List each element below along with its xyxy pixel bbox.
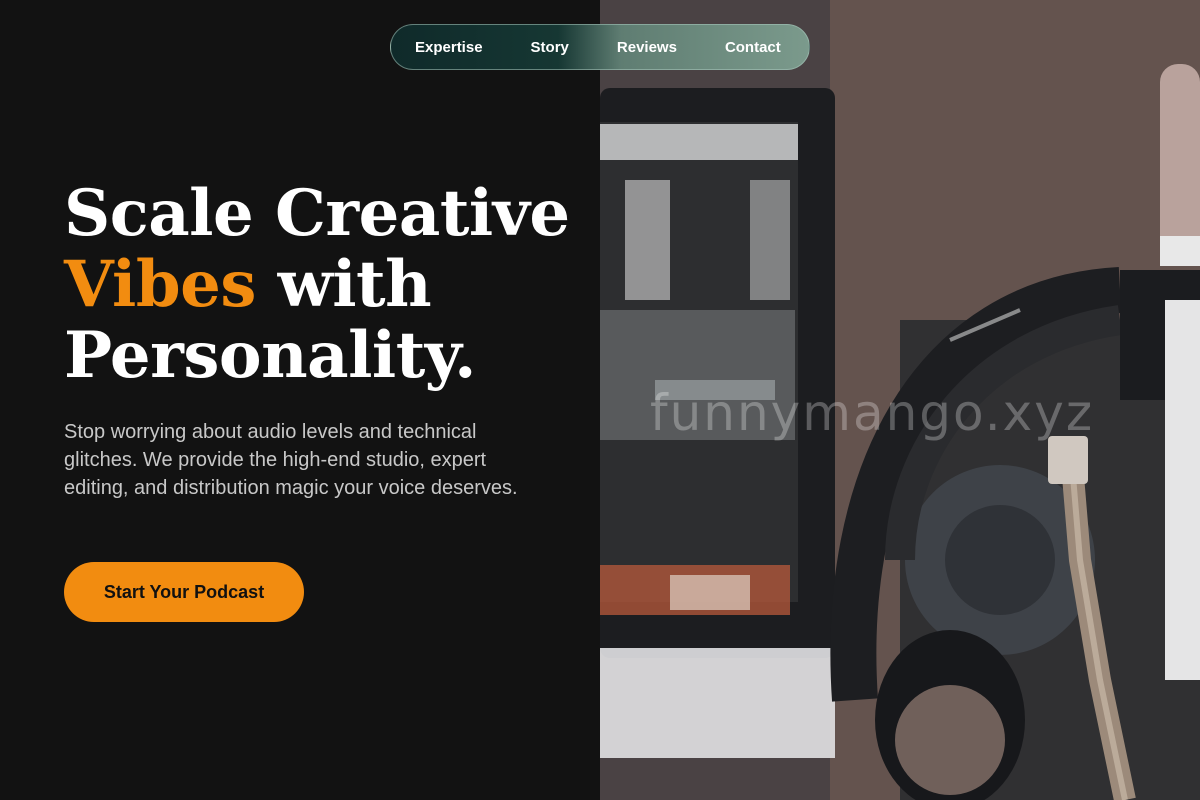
- hero-left-panel: [0, 0, 600, 800]
- hero-title-accent: Vibes: [64, 247, 256, 322]
- nav-contact-link[interactable]: Contact: [725, 39, 781, 56]
- hero-title-mid: with: [255, 247, 432, 322]
- start-podcast-button[interactable]: Start Your Podcast: [64, 562, 304, 622]
- watermark-text: funnymango.xyz: [650, 384, 1095, 442]
- hero-heading: Scale Creative Vibes with Personality.: [64, 178, 584, 391]
- hero-description: Stop worrying about audio levels and tec…: [64, 421, 518, 499]
- nav-expertise-link[interactable]: Expertise: [415, 39, 483, 56]
- hero-title-line3: Personality.: [64, 318, 476, 393]
- nav-story-link[interactable]: Story: [531, 39, 569, 56]
- nav-reviews-link[interactable]: Reviews: [617, 39, 677, 56]
- top-navigation: Expertise Story Reviews Contact: [390, 24, 810, 70]
- hero-title-line1: Scale Creative: [64, 176, 570, 251]
- microphone-shape: [1160, 64, 1200, 254]
